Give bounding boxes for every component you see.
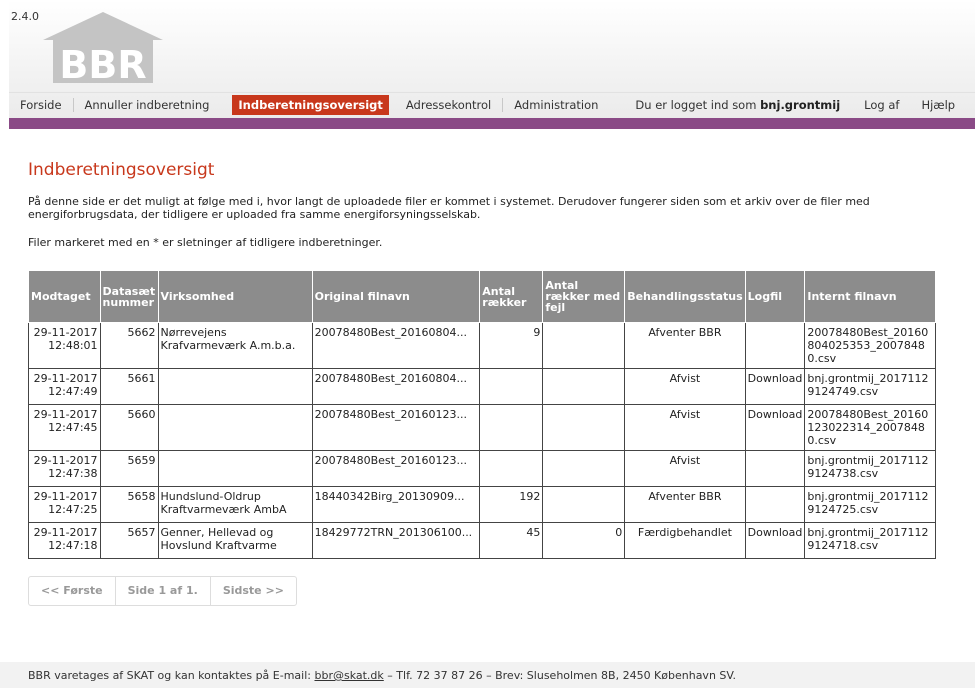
cell-behandlingsstatus: Afventer BBR bbox=[624, 486, 746, 523]
cell-virksomhed: Nørrevejens Krafvarmeværk A.m.b.a. bbox=[157, 322, 313, 369]
cell-antal-raekker-med-fejl bbox=[542, 486, 626, 523]
login-prefix: Du er logget ind som bbox=[635, 97, 757, 112]
cell-datasaet-nummer: 5659 bbox=[99, 450, 159, 487]
pagination: << Første Side 1 af 1. Sidste >> bbox=[28, 576, 297, 606]
cell-virksomhed bbox=[157, 404, 313, 451]
cell-internt-filnavn: bnj.grontmij_20171129124725.csv bbox=[804, 486, 936, 523]
cell-original-filnavn: 20078480Best_20160123... bbox=[311, 404, 481, 451]
cell-virksomhed bbox=[157, 368, 313, 405]
col-datasaet-nummer[interactable]: Datasæt nummer bbox=[99, 270, 159, 323]
cell-datasaet-nummer: 5662 bbox=[99, 322, 159, 369]
cell-modtaget: 29-11-2017 12:47:38 bbox=[28, 450, 101, 487]
nav-adressekontrol[interactable]: Adressekontrol bbox=[395, 97, 504, 112]
cell-antal-raekker: 9 bbox=[479, 322, 544, 369]
logout-link[interactable]: Log af bbox=[850, 98, 910, 112]
pager-last-button[interactable]: Sidste >> bbox=[211, 577, 296, 605]
help-link[interactable]: Hjælp bbox=[910, 98, 966, 112]
header: 2.4.0 BBR Forside Annuller indberetning … bbox=[9, 0, 975, 125]
nav-indberetningsoversigt[interactable]: Indberetningsoversigt bbox=[232, 94, 389, 115]
cell-modtaget: 29-11-2017 12:47:45 bbox=[28, 404, 101, 451]
cell-virksomhed bbox=[157, 450, 313, 487]
cell-original-filnavn: 20078480Best_20160804... bbox=[311, 322, 481, 369]
footer-email-link[interactable]: bbr@skat.dk bbox=[314, 669, 383, 682]
table-row: 29-11-2017 12:47:18 5657 Genner, Hellevad … bbox=[28, 522, 936, 559]
cell-original-filnavn: 20078480Best_20160804... bbox=[311, 368, 481, 405]
cell-antal-raekker: 192 bbox=[479, 486, 544, 523]
cell-virksomhed: Hundslund-Oldrup Kraftvarmeværk AmbA bbox=[157, 486, 313, 523]
col-behandlingsstatus[interactable]: Behandlingsstatus bbox=[624, 270, 746, 323]
cell-datasaet-nummer: 5660 bbox=[99, 404, 159, 451]
cell-logfil-download-link bbox=[744, 322, 806, 369]
table-row: 29-11-2017 12:47:49 5661 20078480Best_2016… bbox=[28, 368, 936, 405]
cell-internt-filnavn: bnj.grontmij_20171129124718.csv bbox=[804, 522, 936, 559]
cell-modtaget: 29-11-2017 12:47:25 bbox=[28, 486, 101, 523]
cell-antal-raekker bbox=[479, 368, 544, 405]
table-row: 29-11-2017 12:47:45 5660 20078480Best_2016… bbox=[28, 404, 936, 451]
cell-internt-filnavn: bnj.grontmij_20171129124738.csv bbox=[804, 450, 936, 487]
cell-antal-raekker-med-fejl: 0 bbox=[542, 522, 626, 559]
cell-behandlingsstatus: Afventer BBR bbox=[624, 322, 746, 369]
cell-behandlingsstatus: Afvist bbox=[624, 368, 746, 405]
col-virksomhed[interactable]: Virksomhed bbox=[157, 270, 313, 323]
cell-datasaet-nummer: 5661 bbox=[99, 368, 159, 405]
cell-virksomhed: Genner, Hellevad og Hovslund Kraftvarme bbox=[157, 522, 313, 559]
pager-page-info: Side 1 af 1. bbox=[116, 577, 211, 605]
col-antal-raekker[interactable]: Antal rækker bbox=[479, 270, 544, 323]
col-original-filnavn[interactable]: Original filnavn bbox=[311, 270, 481, 323]
bbr-logo: BBR bbox=[33, 10, 173, 87]
cell-internt-filnavn: 20078480Best_20160804025353_20078480.csv bbox=[804, 322, 936, 369]
cell-datasaet-nummer: 5657 bbox=[99, 522, 159, 559]
cell-logfil-download-link bbox=[744, 486, 806, 523]
col-antal-raekker-med-fejl[interactable]: Antal rækker med fejl bbox=[542, 270, 626, 323]
cell-modtaget: 29-11-2017 12:47:18 bbox=[28, 522, 101, 559]
nav-forside[interactable]: Forside bbox=[9, 97, 74, 112]
col-logfil[interactable]: Logfil bbox=[744, 270, 806, 323]
table-body: 29-11-2017 12:48:01 5662 Nørrevejens Krafv… bbox=[28, 322, 936, 559]
cell-modtaget: 29-11-2017 12:47:49 bbox=[28, 368, 101, 405]
cell-original-filnavn: 20078480Best_20160123... bbox=[311, 450, 481, 487]
footer: BBR varetages af SKAT og kan kontaktes p… bbox=[0, 662, 975, 688]
login-status: Du er logget ind som bnj.grontmij bbox=[625, 98, 850, 112]
col-internt-filnavn[interactable]: Internt filnavn bbox=[804, 270, 936, 323]
footer-suffix: – Tlf. 72 37 87 26 – Brev: Sluseholmen 8… bbox=[387, 669, 736, 682]
cell-logfil-download-link bbox=[744, 450, 806, 487]
logo-text: BBR bbox=[59, 43, 146, 85]
footer-prefix: BBR varetages af SKAT og kan kontaktes p… bbox=[28, 669, 311, 682]
main-nav: Forside Annuller indberetning Indberetni… bbox=[9, 92, 975, 116]
page-title: Indberetningsoversigt bbox=[28, 160, 215, 180]
table-header-row: Modtaget Datasæt nummer Virksomhed Origi… bbox=[28, 270, 936, 323]
deletion-note: Filer markeret med en * er sletninger af… bbox=[28, 236, 383, 249]
cell-modtaget: 29-11-2017 12:48:01 bbox=[28, 322, 101, 369]
cell-original-filnavn: 18440342Birg_20130909... bbox=[311, 486, 481, 523]
table-row: 29-11-2017 12:48:01 5662 Nørrevejens Krafv… bbox=[28, 322, 936, 369]
submissions-table: Modtaget Datasæt nummer Virksomhed Origi… bbox=[28, 270, 936, 559]
cell-behandlingsstatus: Afvist bbox=[624, 450, 746, 487]
nav-annuller-indberetning[interactable]: Annuller indberetning bbox=[74, 98, 221, 112]
cell-antal-raekker: 45 bbox=[479, 522, 544, 559]
cell-behandlingsstatus: Afvist bbox=[624, 404, 746, 451]
cell-internt-filnavn: 20078480Best_20160123022314_20078480.csv bbox=[804, 404, 936, 451]
cell-antal-raekker-med-fejl bbox=[542, 450, 626, 487]
col-modtaget[interactable]: Modtaget bbox=[28, 270, 101, 323]
cell-antal-raekker bbox=[479, 404, 544, 451]
cell-datasaet-nummer: 5658 bbox=[99, 486, 159, 523]
username: bnj.grontmij bbox=[760, 97, 841, 112]
cell-behandlingsstatus: Færdigbehandlet bbox=[624, 522, 746, 559]
nav-administration[interactable]: Administration bbox=[503, 98, 609, 112]
cell-antal-raekker-med-fejl bbox=[542, 322, 626, 369]
cell-antal-raekker bbox=[479, 450, 544, 487]
cell-logfil-download-link[interactable]: Download bbox=[744, 404, 806, 451]
header-divider-bar bbox=[9, 118, 975, 129]
pager-first-button[interactable]: << Første bbox=[29, 577, 116, 605]
cell-antal-raekker-med-fejl bbox=[542, 368, 626, 405]
cell-logfil-download-link[interactable]: Download bbox=[744, 522, 806, 559]
cell-original-filnavn: 18429772TRN_201306100... bbox=[311, 522, 481, 559]
cell-internt-filnavn: bnj.grontmij_20171129124749.csv bbox=[804, 368, 936, 405]
table-row: 29-11-2017 12:47:25 5658 Hundslund-Oldrup … bbox=[28, 486, 936, 523]
table-row: 29-11-2017 12:47:38 5659 20078480Best_2016… bbox=[28, 450, 936, 487]
page-intro: På denne side er det muligt at følge med… bbox=[28, 195, 870, 221]
cell-antal-raekker-med-fejl bbox=[542, 404, 626, 451]
cell-logfil-download-link[interactable]: Download bbox=[744, 368, 806, 405]
